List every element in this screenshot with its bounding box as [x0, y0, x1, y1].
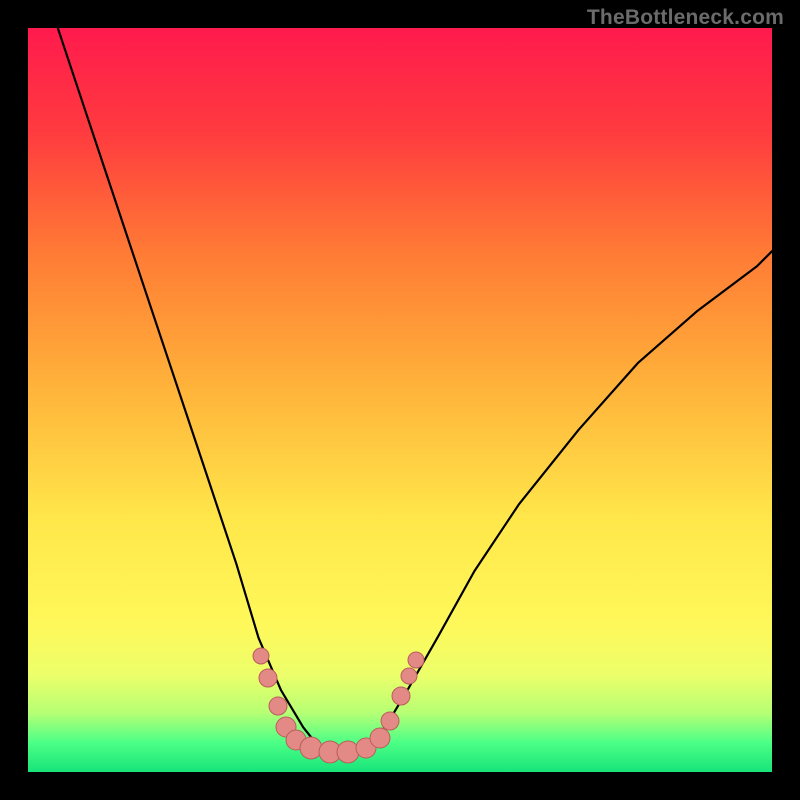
outer-frame: TheBottleneck.com [0, 0, 800, 800]
curve-bead [392, 687, 410, 705]
curve-bead [253, 648, 269, 664]
curve-bead [381, 712, 399, 730]
curve-bead [300, 737, 322, 759]
curve-bead [337, 741, 359, 763]
curve-bead [269, 697, 287, 715]
chart-svg [28, 28, 772, 772]
curve-bead [370, 728, 390, 748]
bottleneck-curve [58, 28, 772, 753]
curve-bead [259, 669, 277, 687]
plot-area [28, 28, 772, 772]
curve-bead [401, 668, 417, 684]
curve-bead [408, 652, 424, 668]
watermark-text: TheBottleneck.com [587, 6, 784, 30]
